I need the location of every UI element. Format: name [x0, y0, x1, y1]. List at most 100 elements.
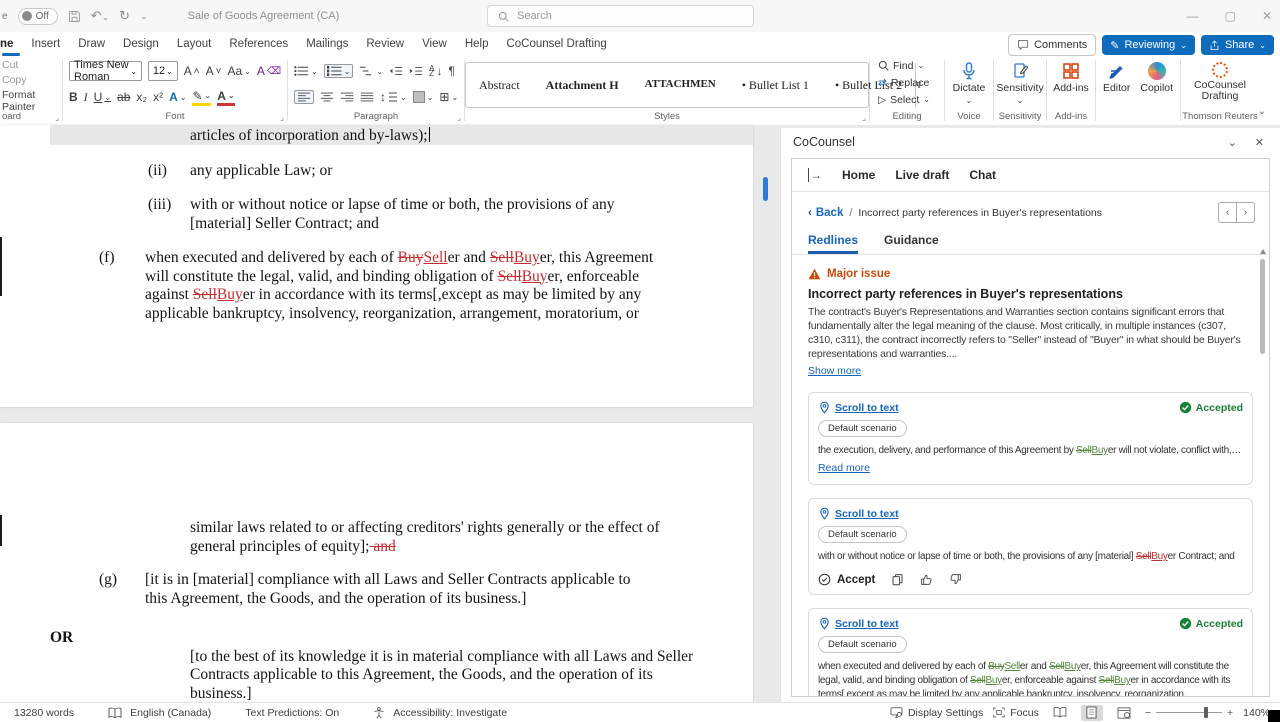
- panel-expand-icon[interactable]: →: [808, 168, 822, 182]
- style-abstract[interactable]: Abstract: [466, 78, 533, 93]
- subscript-button[interactable]: x₂: [136, 90, 147, 104]
- panel-nav-live-draft[interactable]: Live draft: [895, 168, 949, 182]
- qat-customize-icon[interactable]: ⌄: [140, 11, 148, 22]
- sort-icon[interactable]: AZ↓: [429, 64, 442, 78]
- minimize-icon[interactable]: —: [1187, 9, 1199, 23]
- prev-issue-button[interactable]: ‹: [1218, 202, 1237, 223]
- font-color-icon[interactable]: A⌄: [217, 89, 234, 106]
- accept-button[interactable]: Accept: [818, 573, 875, 586]
- ribbon-tab-design[interactable]: Design: [114, 32, 168, 56]
- ribbon-tab-ne[interactable]: ne: [0, 32, 22, 56]
- read-more-link[interactable]: Read more: [818, 462, 870, 474]
- scrollbar-thumb[interactable]: [1260, 259, 1265, 354]
- restore-icon[interactable]: ▢: [1225, 9, 1236, 23]
- save-icon[interactable]: [68, 10, 81, 23]
- ribbon-tab-references[interactable]: References: [220, 32, 297, 56]
- ribbon-tab-draw[interactable]: Draw: [69, 32, 114, 56]
- thumbs-down-icon[interactable]: [949, 573, 962, 586]
- superscript-button[interactable]: x²: [153, 90, 163, 104]
- font-name-select[interactable]: Times New Roman⌄: [69, 61, 142, 81]
- print-layout-icon[interactable]: [1081, 705, 1103, 721]
- panel-tab-guidance[interactable]: Guidance: [884, 233, 939, 254]
- scroll-up-icon[interactable]: [1260, 249, 1266, 254]
- ribbon-tab-layout[interactable]: Layout: [168, 32, 221, 56]
- share-button[interactable]: Share⌄: [1201, 35, 1274, 55]
- numbering-icon[interactable]: ⌄: [324, 64, 354, 78]
- style-attachmen[interactable]: ATTACHMEN: [632, 78, 729, 93]
- panel-close-icon[interactable]: ✕: [1255, 136, 1264, 149]
- pilcrow-icon[interactable]: ¶: [448, 64, 454, 78]
- ribbon-tab-review[interactable]: Review: [357, 32, 413, 56]
- replace-button[interactable]: ⇄ Replace: [878, 75, 944, 90]
- strikethrough-button[interactable]: ab: [117, 90, 130, 104]
- panel-nav-home[interactable]: Home: [842, 168, 875, 182]
- read-mode-icon[interactable]: [1049, 705, 1071, 721]
- format-painter-button[interactable]: Format Painter: [0, 86, 62, 113]
- line-spacing-icon[interactable]: ↕⌄: [380, 90, 407, 104]
- decrease-indent-icon[interactable]: [389, 65, 403, 77]
- copilot-button[interactable]: Copilot: [1140, 56, 1173, 94]
- zoom-out-icon[interactable]: −: [1145, 707, 1151, 719]
- sensitivity-button[interactable]: Sensitivity⌄: [994, 56, 1046, 105]
- zoom-in-icon[interactable]: +: [1227, 707, 1233, 719]
- editor-button[interactable]: Editor: [1103, 56, 1130, 94]
- zoom-slider[interactable]: − +: [1145, 707, 1233, 719]
- web-layout-icon[interactable]: [1113, 705, 1135, 721]
- shrink-font-icon[interactable]: A˅: [206, 64, 222, 78]
- grow-font-icon[interactable]: A˄: [184, 64, 200, 78]
- panel-collapse-handle[interactable]: [763, 177, 768, 201]
- ribbon-tab-help[interactable]: Help: [456, 32, 498, 56]
- clear-formatting-icon[interactable]: A⌫: [257, 64, 281, 78]
- select-button[interactable]: ▷ Select⌄: [878, 92, 944, 107]
- autosave-toggle[interactable]: Off: [18, 8, 58, 25]
- back-link[interactable]: ‹ Back: [808, 207, 843, 219]
- zoom-level[interactable]: 140%: [1243, 707, 1270, 719]
- search-input[interactable]: Search: [487, 5, 754, 27]
- scroll-to-text-link[interactable]: Scroll to text: [818, 617, 899, 630]
- borders-icon[interactable]: ⊞⌄: [439, 90, 458, 104]
- cut-button[interactable]: Cut: [0, 56, 62, 71]
- text-effects-icon[interactable]: A⌄: [169, 90, 186, 104]
- clipboard-dialog-launcher[interactable]: ⌟: [55, 113, 59, 122]
- panel-collapse-icon[interactable]: ⌄: [1228, 136, 1237, 149]
- document-page-2[interactable]: similar laws related to or affecting cre…: [0, 423, 753, 703]
- focus-button[interactable]: Focus: [993, 707, 1039, 719]
- scroll-to-text-link[interactable]: Scroll to text: [818, 507, 899, 520]
- bullets-icon[interactable]: ⌄: [294, 65, 318, 77]
- ribbon-tab-cocounsel-drafting[interactable]: CoCounsel Drafting: [497, 32, 615, 56]
- bold-button[interactable]: B: [69, 90, 78, 104]
- ribbon-tab-insert[interactable]: Insert: [22, 32, 69, 56]
- close-icon[interactable]: ✕: [1262, 9, 1272, 23]
- document-page-1[interactable]: articles of incorporation and by-laws);(…: [0, 125, 753, 407]
- display-settings-button[interactable]: Display Settings: [890, 707, 983, 719]
- collapse-ribbon-icon[interactable]: ⌄: [1258, 106, 1266, 117]
- find-button[interactable]: Find⌄: [878, 58, 944, 73]
- style-attachment-h[interactable]: Attachment H: [533, 78, 632, 93]
- proofing-icon[interactable]: [108, 707, 122, 719]
- panel-tab-redlines[interactable]: Redlines: [808, 233, 858, 254]
- change-case-icon[interactable]: Aa⌄: [227, 64, 250, 78]
- panel-scrollbar[interactable]: [1259, 249, 1267, 692]
- show-more-link[interactable]: Show more: [808, 365, 861, 377]
- paragraph-dialog-launcher[interactable]: ⌟: [457, 113, 461, 122]
- ribbon-tab-mailings[interactable]: Mailings: [297, 32, 357, 56]
- highlight-color-icon[interactable]: ✎⌄: [192, 89, 211, 106]
- cocounsel-drafting-button[interactable]: CoCounsel Drafting: [1181, 56, 1259, 102]
- redo-icon[interactable]: ↻: [119, 8, 130, 24]
- accessibility-status[interactable]: Accessibility: Investigate: [393, 707, 507, 719]
- styles-dialog-launcher[interactable]: ⌟: [862, 113, 866, 122]
- align-right-icon[interactable]: [340, 91, 354, 103]
- scroll-to-text-link[interactable]: Scroll to text: [818, 401, 899, 414]
- copy-icon[interactable]: [891, 573, 904, 586]
- font-dialog-launcher[interactable]: ⌟: [280, 113, 284, 122]
- font-size-select[interactable]: 12⌄: [148, 61, 178, 81]
- language-status[interactable]: English (Canada): [130, 707, 211, 719]
- style--bullet-list-1[interactable]: • Bullet List 1: [729, 78, 822, 93]
- increase-indent-icon[interactable]: [409, 65, 423, 77]
- copy-button[interactable]: Copy: [0, 71, 62, 86]
- dictate-button[interactable]: Dictate⌄: [945, 56, 993, 105]
- underline-button[interactable]: U⌄: [94, 90, 111, 104]
- undo-icon[interactable]: ↶⌄: [91, 8, 109, 24]
- word-count[interactable]: 13280 words: [14, 707, 74, 719]
- align-left-icon[interactable]: [294, 90, 314, 104]
